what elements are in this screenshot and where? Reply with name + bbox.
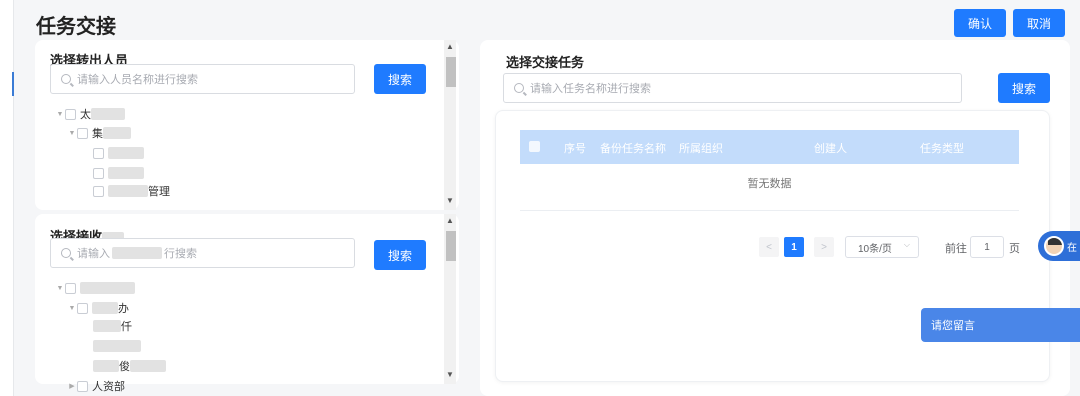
empty-table-text: 暂无数据 <box>747 178 792 190</box>
page-title: 任务交接 <box>36 16 116 38</box>
tree-checkbox[interactable] <box>77 380 88 392</box>
tree-expand-icon[interactable]: ▶ <box>67 382 77 390</box>
table-divider <box>520 210 1019 211</box>
tree-node-label: 太 <box>80 109 91 121</box>
tree-node[interactable]: ▼ 集 <box>67 125 131 141</box>
tree-node[interactable] <box>93 145 144 161</box>
task-search-placeholder: 请输入任务名称进行搜索 <box>530 83 651 95</box>
column-header: 任务类型 <box>920 143 964 155</box>
tree-expand-icon[interactable]: ▼ <box>55 111 65 118</box>
tree-expand-icon[interactable]: ▼ <box>67 130 77 137</box>
redacted-text <box>93 340 141 352</box>
cancel-button[interactable]: 取消 <box>1013 9 1065 37</box>
column-header: 序号 <box>564 143 586 155</box>
scroll-up-icon[interactable]: ▲ <box>444 216 456 226</box>
tree-node[interactable]: 管理 <box>93 183 170 199</box>
tree-expand-icon[interactable]: ▼ <box>55 285 65 292</box>
tree-checkbox[interactable] <box>77 127 88 139</box>
tree-checkbox[interactable] <box>65 282 76 294</box>
online-service-label: 在 <box>1067 242 1077 254</box>
receive-search-placeholder-prefix: 请输入 <box>77 248 110 260</box>
leave-message-button[interactable]: 请您留言 <box>921 308 1080 342</box>
column-header: 备份任务名称 <box>600 143 666 155</box>
redacted-text <box>108 185 148 197</box>
redacted-text <box>91 108 125 120</box>
confirm-button[interactable]: 确认 <box>954 9 1006 37</box>
page-size-value: 10条/页 <box>858 243 892 255</box>
tree-checkbox[interactable] <box>93 167 104 179</box>
receive-search-input[interactable]: 请输入 行搜索 <box>50 238 355 268</box>
nav-active-indicator <box>12 72 14 96</box>
tree-node[interactable]: 俊 <box>93 358 166 374</box>
column-header: 所属组织 <box>679 143 723 155</box>
tree-node-label: 仟 <box>121 321 132 333</box>
task-title: 选择交接任务 <box>506 55 585 70</box>
search-icon <box>61 74 71 84</box>
tree-node-label: 俊 <box>119 361 130 373</box>
receive-search-button[interactable]: 搜索 <box>374 240 426 270</box>
tree-node[interactable]: ▼ <box>55 280 135 296</box>
redacted-text <box>93 360 119 372</box>
tree-node-label: 办 <box>118 303 129 315</box>
goto-prefix: 前往 <box>945 243 967 255</box>
receive-scrollbar[interactable]: ▲ ▼ <box>444 214 456 384</box>
scroll-thumb[interactable] <box>446 231 456 261</box>
task-search-input[interactable]: 请输入任务名称进行搜索 <box>503 73 962 103</box>
transfer-out-search-input[interactable]: 请输入人员名称进行搜索 <box>50 64 355 94</box>
tree-checkbox[interactable] <box>93 147 104 159</box>
search-icon <box>61 248 71 258</box>
receive-search-placeholder-suffix: 行搜索 <box>164 248 197 260</box>
agent-avatar <box>1044 236 1064 256</box>
transfer-out-scrollbar[interactable]: ▲ ▼ <box>444 40 456 210</box>
redacted-text <box>103 127 131 139</box>
scroll-down-icon[interactable]: ▼ <box>444 370 456 380</box>
tree-node[interactable] <box>93 338 141 354</box>
tree-node[interactable]: ▼ 办 <box>67 300 129 316</box>
redacted-text <box>130 360 166 372</box>
search-icon <box>514 83 524 93</box>
goto-page-input[interactable]: 1 <box>970 236 1004 258</box>
scroll-down-icon[interactable]: ▼ <box>444 196 456 206</box>
tree-checkbox[interactable] <box>93 185 104 197</box>
prev-page-button[interactable]: < <box>759 237 779 257</box>
tree-node[interactable]: ▼ 太 <box>55 106 125 122</box>
column-header: 创建人 <box>814 143 847 155</box>
scroll-up-icon[interactable]: ▲ <box>444 42 456 52</box>
tree-node-label: 集 <box>92 128 103 140</box>
goto-suffix: 页 <box>1009 243 1020 255</box>
redacted-text <box>112 247 162 259</box>
tree-node[interactable] <box>93 165 144 181</box>
online-service-widget[interactable]: 在 <box>1038 231 1080 261</box>
next-page-button[interactable]: > <box>814 237 834 257</box>
page-number-button[interactable]: 1 <box>784 237 804 257</box>
redacted-text <box>108 167 144 179</box>
tree-node-label: 管理 <box>148 186 170 198</box>
tree-checkbox[interactable] <box>65 108 76 120</box>
task-search-button[interactable]: 搜索 <box>998 73 1050 103</box>
left-nav-rail <box>0 0 14 396</box>
redacted-text <box>108 147 144 159</box>
page-size-select[interactable]: 10条/页 ⌵ <box>845 236 919 258</box>
tree-checkbox[interactable] <box>77 302 88 314</box>
tree-expand-icon[interactable]: ▼ <box>67 305 77 312</box>
select-all-checkbox[interactable] <box>529 141 540 152</box>
tree-node[interactable]: ▶ 人资部 <box>67 378 125 394</box>
task-table-header: 序号 备份任务名称 所属组织 创建人 任务类型 <box>520 130 1019 164</box>
chevron-down-icon: ⌵ <box>903 240 910 249</box>
redacted-text <box>93 320 121 332</box>
transfer-out-search-button[interactable]: 搜索 <box>374 64 426 94</box>
redacted-text <box>80 282 135 294</box>
redacted-text <box>92 302 118 314</box>
tree-node[interactable]: 仟 <box>93 318 132 334</box>
scroll-thumb[interactable] <box>446 57 456 87</box>
task-handover-page: 任务交接 确认 取消 选择转出人员 请输入人员名称进行搜索 搜索 ▼ 太 ▼ 集… <box>0 0 1080 396</box>
tree-node-label: 人资部 <box>92 381 125 393</box>
transfer-out-search-placeholder: 请输入人员名称进行搜索 <box>77 74 198 86</box>
